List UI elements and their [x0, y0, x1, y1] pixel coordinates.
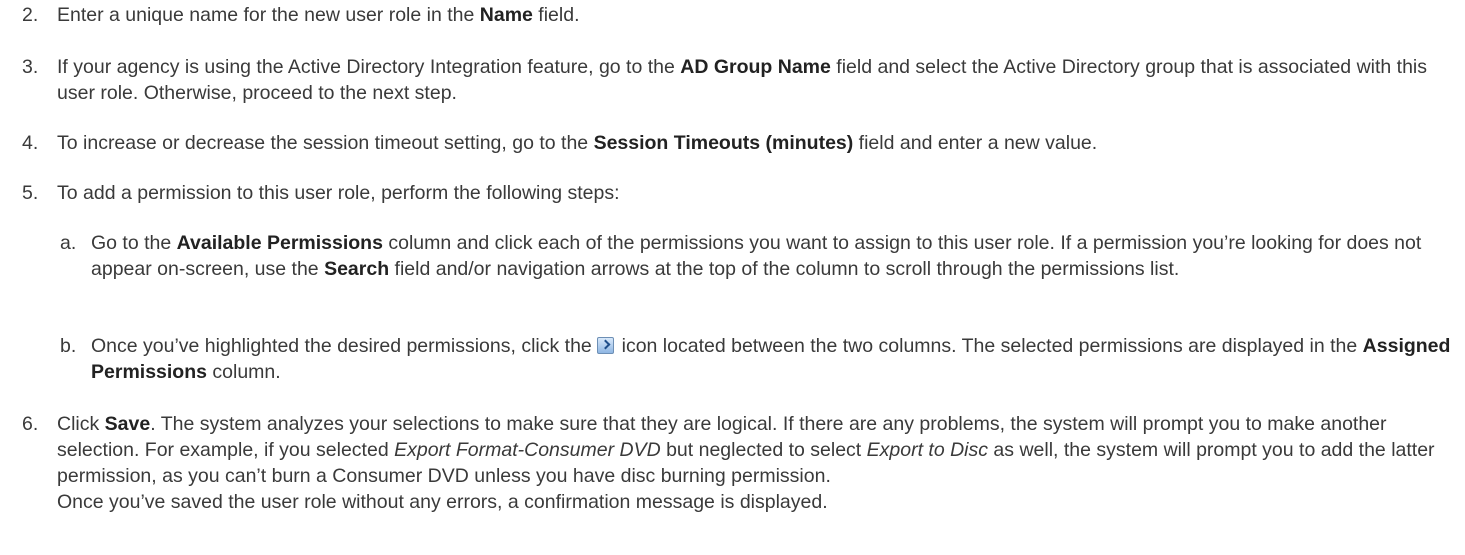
step-number: 2.: [22, 4, 39, 26]
step-number: 3.: [22, 56, 39, 78]
field-name-label: AD Group Name: [680, 56, 831, 78]
step-text: Enter a unique name for the new user rol…: [57, 4, 580, 26]
step-text: To add a permission to this user role, p…: [57, 182, 620, 204]
step-text: To increase or decrease the session time…: [57, 132, 1098, 154]
confirmation-note: Once you’ve saved the user role without …: [57, 491, 828, 513]
substep-text: Once you’ve highlighted the desired perm…: [91, 335, 1451, 383]
field-name-label: Session Timeouts (minutes): [593, 132, 854, 154]
column-name-label: Available Permissions: [176, 232, 383, 254]
step-text: If your agency is using the Active Direc…: [57, 56, 1428, 104]
substep-letter: b.: [60, 335, 77, 357]
field-name-label: Name: [479, 4, 533, 26]
substep-text: Go to the Available Permissions column a…: [91, 232, 1422, 280]
permission-name: Export Format-Consumer DVD: [394, 439, 661, 461]
substep-letter: a.: [60, 232, 77, 254]
move-right-arrow-icon: [597, 337, 615, 354]
step-number: 4.: [22, 132, 39, 154]
permission-name: Export to Disc: [866, 439, 989, 461]
field-name-label: Search: [324, 258, 390, 280]
step-text: Click Save. The system analyzes your sel…: [57, 413, 1435, 513]
save-label: Save: [104, 413, 151, 435]
step-number: 5.: [22, 182, 39, 204]
step-number: 6.: [22, 413, 39, 435]
